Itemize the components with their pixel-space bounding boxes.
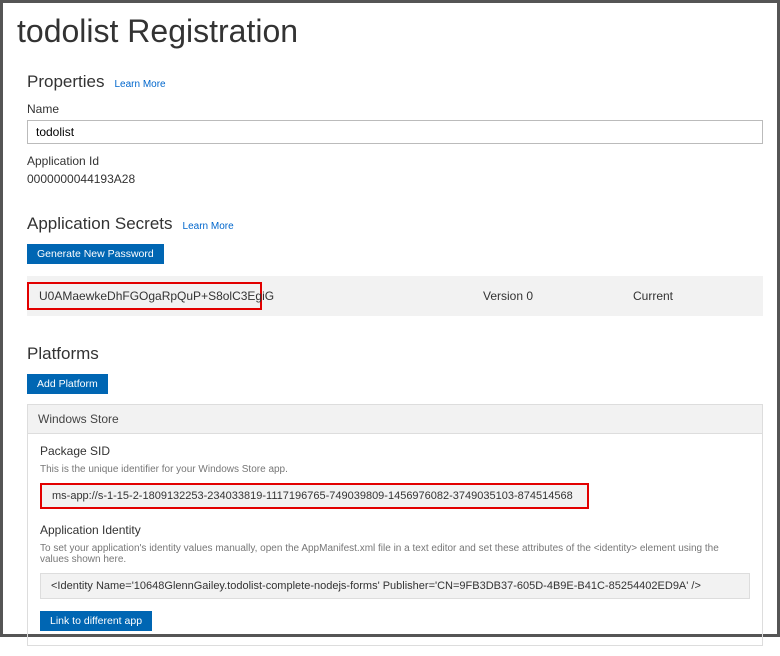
page-title: todolist Registration xyxy=(17,13,763,50)
secrets-title: Application Secrets xyxy=(27,214,173,234)
content-area: Properties Learn More Name Application I… xyxy=(17,72,763,646)
secret-version: Version 0 xyxy=(473,289,623,303)
appid-label: Application Id xyxy=(27,154,763,168)
windows-store-header: Windows Store xyxy=(27,404,763,434)
secret-value: U0AMaewkeDhFGOgaRpQuP+S8olC3EgiG xyxy=(27,282,262,310)
properties-learn-more-link[interactable]: Learn More xyxy=(114,79,165,90)
secrets-header: Application Secrets Learn More xyxy=(27,214,763,234)
link-different-app-button[interactable]: Link to different app xyxy=(40,611,152,631)
name-label: Name xyxy=(27,102,763,116)
properties-header: Properties Learn More xyxy=(27,72,763,92)
app-identity-label: Application Identity xyxy=(40,523,750,537)
properties-title: Properties xyxy=(27,72,104,92)
name-input[interactable] xyxy=(27,120,763,144)
secrets-learn-more-link[interactable]: Learn More xyxy=(183,221,234,232)
platforms-header: Platforms xyxy=(27,344,763,364)
add-platform-button[interactable]: Add Platform xyxy=(27,374,108,394)
generate-password-button[interactable]: Generate New Password xyxy=(27,244,164,264)
package-sid-label: Package SID xyxy=(40,444,750,458)
app-identity-help: To set your application's identity value… xyxy=(40,543,750,565)
secret-row: U0AMaewkeDhFGOgaRpQuP+S8olC3EgiG Version… xyxy=(27,276,763,316)
package-sid-value: ms-app://s-1-15-2-1809132253-234033819-1… xyxy=(40,483,589,509)
windows-store-body: Package SID This is the unique identifie… xyxy=(27,434,763,646)
app-identity-value: <Identity Name='10648GlennGailey.todolis… xyxy=(40,573,750,599)
secret-status: Current xyxy=(623,289,763,303)
page-root: todolist Registration Properties Learn M… xyxy=(3,3,777,656)
package-sid-help: This is the unique identifier for your W… xyxy=(40,464,750,475)
platforms-title: Platforms xyxy=(27,344,99,364)
appid-value: 0000000044193A28 xyxy=(27,172,763,186)
